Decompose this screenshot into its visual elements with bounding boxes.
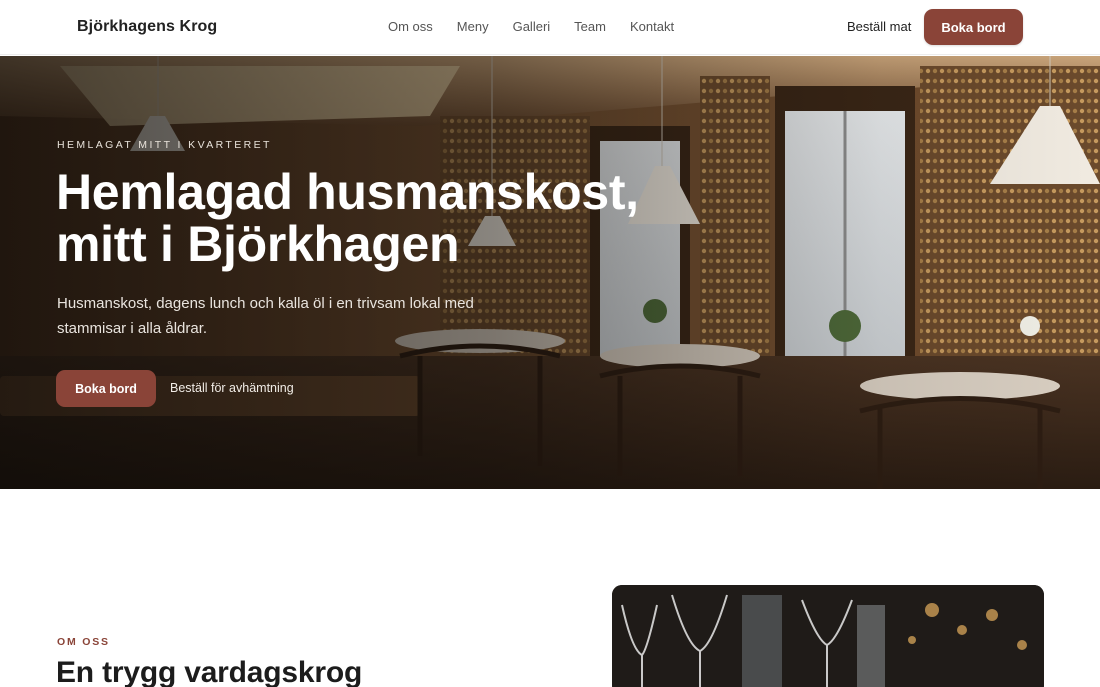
- nav-link-om-oss[interactable]: Om oss: [388, 19, 433, 34]
- hero-section: HEMLAGAT MITT I KVARTERET Hemlagad husma…: [0, 56, 1100, 489]
- site-header: Björkhagens Krog Om oss Meny Galleri Tea…: [0, 0, 1100, 55]
- book-table-button[interactable]: Boka bord: [924, 9, 1023, 45]
- nav-link-kontakt[interactable]: Kontakt: [630, 19, 674, 34]
- hero-eyebrow: HEMLAGAT MITT I KVARTERET: [57, 139, 272, 151]
- hero-takeaway-link[interactable]: Beställ för avhämtning: [170, 381, 294, 395]
- wine-glasses-photo: [612, 585, 1044, 687]
- hero-book-table-button[interactable]: Boka bord: [56, 370, 156, 407]
- about-eyebrow: OM OSS: [57, 636, 110, 648]
- order-food-link[interactable]: Beställ mat: [847, 19, 911, 34]
- about-title: En trygg vardagskrog: [56, 656, 363, 687]
- main-nav: Om oss Meny Galleri Team Kontakt: [388, 19, 674, 34]
- site-logo[interactable]: Björkhagens Krog: [77, 18, 217, 36]
- hero-title: Hemlagad husmanskost, mitt i Björkhagen: [56, 164, 639, 272]
- hero-overlay: [0, 56, 1100, 489]
- about-photo: [612, 585, 1044, 687]
- nav-link-meny[interactable]: Meny: [457, 19, 489, 34]
- hero-subtitle: Husmanskost, dagens lunch och kalla öl i…: [57, 295, 474, 337]
- nav-link-galleri[interactable]: Galleri: [513, 19, 551, 34]
- nav-link-team[interactable]: Team: [574, 19, 606, 34]
